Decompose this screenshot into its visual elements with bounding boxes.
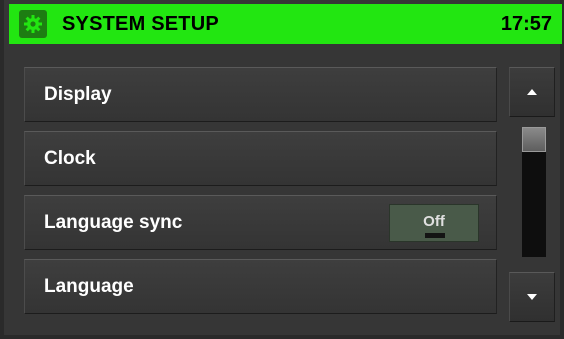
menu-item-display[interactable]: Display <box>24 67 497 122</box>
menu-item-clock[interactable]: Clock <box>24 131 497 186</box>
settings-list: Display Clock Language sync Off Language <box>24 67 497 323</box>
clock-time: 17:57 <box>500 13 552 35</box>
system-setup-screen: SYSTEM SETUP 17:57 Display Clock Languag… <box>0 0 564 339</box>
arrow-down-icon <box>527 294 537 300</box>
menu-item-language[interactable]: Language <box>24 259 497 314</box>
menu-item-label: Language <box>44 275 134 297</box>
toggle-indicator <box>425 233 445 238</box>
arrow-up-icon <box>527 89 537 95</box>
toggle-state-label: Off <box>423 212 445 230</box>
scroll-thumb[interactable] <box>522 127 546 152</box>
scroll-up-button[interactable] <box>509 67 555 117</box>
header-bar: SYSTEM SETUP 17:57 <box>9 4 562 44</box>
language-sync-toggle[interactable]: Off <box>389 204 479 242</box>
page-title: SYSTEM SETUP <box>62 12 219 35</box>
menu-item-language-sync[interactable]: Language sync Off <box>24 195 497 250</box>
scroll-track[interactable] <box>522 127 546 257</box>
menu-item-label: Display <box>44 83 112 105</box>
menu-item-label: Language sync <box>44 211 183 233</box>
scroll-down-button[interactable] <box>509 272 555 322</box>
menu-item-label: Clock <box>44 147 96 169</box>
scrollbar <box>509 67 555 322</box>
gear-icon <box>19 10 47 38</box>
